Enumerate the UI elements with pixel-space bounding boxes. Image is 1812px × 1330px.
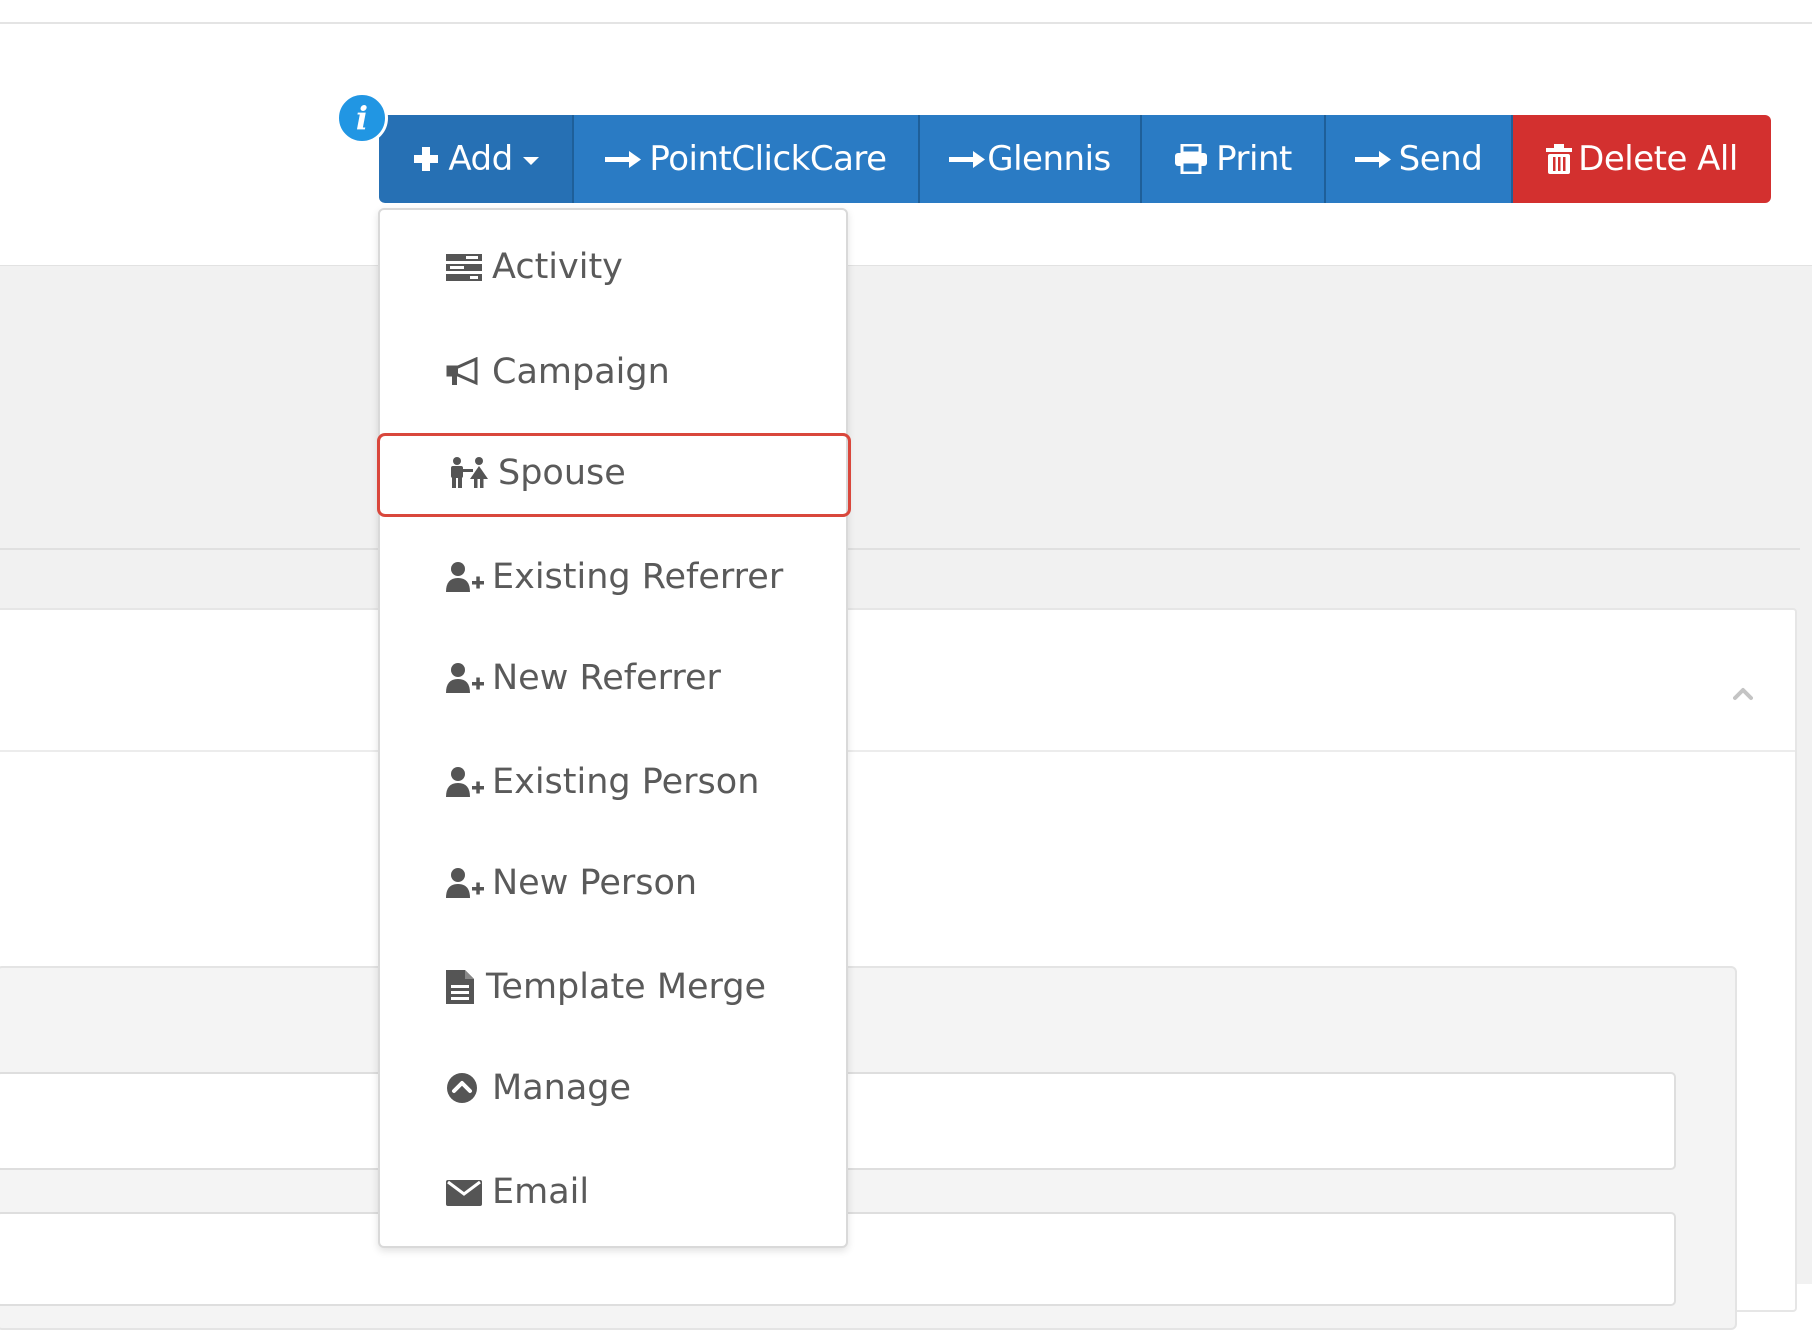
menu-item-label: Campaign xyxy=(492,352,670,392)
arrow-right-icon xyxy=(949,149,986,169)
menu-item-label: Template Merge xyxy=(486,967,767,1007)
menu-item-email[interactable]: Email xyxy=(446,1162,589,1222)
menu-item-existing-person[interactable]: Existing Person xyxy=(446,752,759,812)
menu-item-label: Email xyxy=(492,1172,590,1212)
send-button[interactable]: Send xyxy=(1326,115,1513,203)
action-toolbar: Add PointClickCare Glennis Print Send De… xyxy=(379,115,1771,203)
add-dropdown-button[interactable]: Add xyxy=(379,115,574,203)
user-plus-icon xyxy=(446,662,486,694)
menu-item-existing-referrer[interactable]: Existing Referrer xyxy=(446,547,783,607)
info-icon[interactable]: i xyxy=(336,92,388,144)
chevron-circle-up-icon xyxy=(446,1072,486,1104)
print-button[interactable]: Print xyxy=(1142,115,1326,203)
trash-icon xyxy=(1546,144,1573,174)
menu-item-campaign[interactable]: Campaign xyxy=(446,342,670,402)
collapse-chevron-up-icon[interactable] xyxy=(1733,684,1753,704)
pointclickcare-button-label: PointClickCare xyxy=(649,139,887,179)
menu-item-label: Manage xyxy=(492,1068,632,1108)
print-icon xyxy=(1174,144,1208,174)
menu-item-new-person[interactable]: New Person xyxy=(446,853,697,913)
add-dropdown-menu: Activity Campaign Spouse Existing Referr… xyxy=(378,208,848,1248)
user-plus-icon xyxy=(446,561,486,593)
pointclickcare-button[interactable]: PointClickCare xyxy=(574,115,920,203)
panel-header-divider xyxy=(0,750,1795,752)
arrow-right-icon xyxy=(1354,149,1391,169)
arrow-right-icon xyxy=(605,149,642,169)
plus-icon xyxy=(412,145,440,173)
menu-item-new-referrer[interactable]: New Referrer xyxy=(446,648,721,708)
menu-item-manage[interactable]: Manage xyxy=(446,1058,631,1118)
menu-item-label: Activity xyxy=(492,247,623,287)
user-plus-icon xyxy=(446,867,486,899)
highlight-outline xyxy=(377,433,851,517)
print-button-label: Print xyxy=(1216,139,1292,179)
glennis-button[interactable]: Glennis xyxy=(920,115,1142,203)
add-button-label: Add xyxy=(448,139,513,179)
menu-item-label: New Referrer xyxy=(492,658,721,698)
top-divider xyxy=(0,22,1812,24)
menu-item-label: New Person xyxy=(492,863,698,903)
send-button-label: Send xyxy=(1398,139,1483,179)
user-plus-icon xyxy=(446,766,486,798)
tasks-icon xyxy=(446,253,486,281)
menu-item-template-merge[interactable]: Template Merge xyxy=(446,957,766,1017)
caret-down-icon xyxy=(522,157,539,165)
envelope-icon xyxy=(446,1178,486,1206)
menu-item-label: Existing Person xyxy=(492,762,760,802)
menu-item-label: Existing Referrer xyxy=(492,557,784,597)
menu-item-activity[interactable]: Activity xyxy=(446,237,623,297)
section-divider xyxy=(0,548,1800,550)
glennis-button-label: Glennis xyxy=(987,139,1111,179)
bullhorn-icon xyxy=(446,357,486,387)
delete-all-button[interactable]: Delete All xyxy=(1513,115,1771,203)
delete-all-button-label: Delete All xyxy=(1578,139,1738,179)
file-icon xyxy=(446,970,480,1004)
